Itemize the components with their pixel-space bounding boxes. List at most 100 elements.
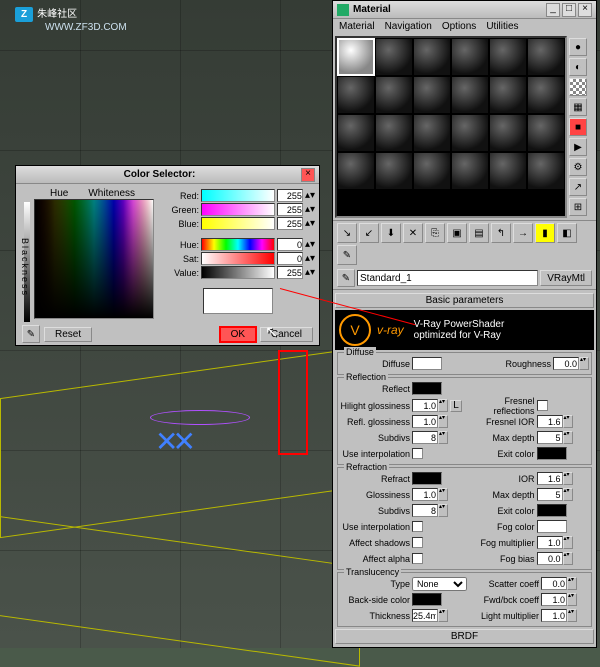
material-slot[interactable]: [375, 76, 413, 114]
menu-options[interactable]: Options: [442, 21, 476, 32]
select-by-mat-icon[interactable]: ↗: [569, 178, 587, 196]
trans-type-select[interactable]: None: [412, 577, 467, 591]
material-slot[interactable]: [451, 114, 489, 152]
go-forward-icon[interactable]: →: [513, 223, 533, 243]
refl-subdiv-input[interactable]: [412, 431, 438, 444]
sibling-icon[interactable]: ▮: [535, 223, 555, 243]
refract-swatch[interactable]: [412, 472, 442, 485]
refr-interp-checkbox[interactable]: [412, 521, 423, 532]
fog-swatch[interactable]: [537, 520, 567, 533]
material-slot[interactable]: [489, 152, 527, 190]
material-slot[interactable]: [527, 152, 565, 190]
material-slot[interactable]: [527, 38, 565, 76]
menu-utilities[interactable]: Utilities: [486, 21, 518, 32]
material-name-input[interactable]: [357, 270, 538, 286]
blue-slider[interactable]: [201, 217, 275, 230]
material-slot[interactable]: [337, 76, 375, 114]
reflect-swatch[interactable]: [412, 382, 442, 395]
material-slot[interactable]: [337, 114, 375, 152]
scatter-input[interactable]: [541, 577, 567, 590]
go-parent-icon[interactable]: ↰: [491, 223, 511, 243]
options-icon[interactable]: ⚙: [569, 158, 587, 176]
material-slot[interactable]: [413, 114, 451, 152]
pick-icon[interactable]: ✎: [337, 245, 357, 265]
refr-exit-swatch[interactable]: [537, 504, 567, 517]
value-slider[interactable]: [201, 266, 275, 279]
lightmult-input[interactable]: [541, 609, 567, 622]
fog-bias-input[interactable]: [537, 552, 563, 565]
refl-exit-swatch[interactable]: [537, 447, 567, 460]
thickness-input[interactable]: [412, 609, 438, 622]
menu-navigation[interactable]: Navigation: [385, 21, 432, 32]
minimize-button[interactable]: _: [546, 3, 560, 17]
material-slot[interactable]: [489, 114, 527, 152]
ok-button[interactable]: OK: [219, 326, 257, 343]
current-color-swatch[interactable]: [203, 288, 273, 314]
value-input[interactable]: [277, 266, 303, 279]
material-slot[interactable]: [413, 152, 451, 190]
hue-input[interactable]: [277, 238, 303, 251]
show-map-icon[interactable]: ▣: [447, 223, 467, 243]
refl-gloss-input[interactable]: [412, 415, 438, 428]
ior-input[interactable]: [537, 472, 563, 485]
material-slot[interactable]: [527, 114, 565, 152]
material-slot[interactable]: [451, 76, 489, 114]
material-slot[interactable]: [375, 38, 413, 76]
rollout-basic-params[interactable]: Basic parameters: [335, 293, 594, 308]
show-end-icon[interactable]: ▤: [469, 223, 489, 243]
lock-icon[interactable]: L: [450, 400, 462, 412]
material-slot[interactable]: [451, 38, 489, 76]
material-slot[interactable]: [413, 76, 451, 114]
material-slot[interactable]: [413, 38, 451, 76]
sample-type-icon[interactable]: ●: [569, 38, 587, 56]
green-input[interactable]: [277, 203, 303, 216]
material-editor-titlebar[interactable]: Material _ □ ×: [333, 1, 596, 19]
material-slot[interactable]: [337, 152, 375, 190]
eyedropper-icon[interactable]: ✎: [22, 325, 40, 343]
menu-material[interactable]: Material: [339, 21, 375, 32]
object-table-legs[interactable]: ✕✕: [155, 425, 190, 458]
object-table-top[interactable]: [150, 410, 250, 425]
refr-subdiv-input[interactable]: [412, 504, 438, 517]
sat-input[interactable]: [277, 252, 303, 265]
material-slot[interactable]: [375, 152, 413, 190]
material-slot[interactable]: [337, 38, 375, 76]
rollout-brdf[interactable]: BRDF: [335, 629, 594, 644]
pick-material-icon[interactable]: ✎: [337, 269, 355, 287]
color-selector-titlebar[interactable]: Color Selector: ×: [16, 166, 319, 184]
spinner-icon[interactable]: ▴▾: [579, 357, 589, 370]
material-slot[interactable]: [489, 38, 527, 76]
material-slot[interactable]: [489, 76, 527, 114]
assign-icon[interactable]: ⬇: [381, 223, 401, 243]
refr-maxdepth-input[interactable]: [537, 488, 563, 501]
material-slot[interactable]: [451, 152, 489, 190]
put-to-scene-icon[interactable]: ↙: [359, 223, 379, 243]
slot-count-icon[interactable]: ⊞: [569, 198, 587, 216]
refl-maxdepth-input[interactable]: [537, 431, 563, 444]
fresnel-checkbox[interactable]: [537, 400, 548, 411]
preview-icon[interactable]: ▶: [569, 138, 587, 156]
close-button[interactable]: ×: [301, 168, 315, 182]
refl-interp-checkbox[interactable]: [412, 448, 423, 459]
material-slot[interactable]: [375, 114, 413, 152]
fresnel-ior-input[interactable]: [537, 415, 563, 428]
backside-swatch[interactable]: [412, 593, 442, 606]
red-input[interactable]: [277, 189, 303, 202]
hue-slider[interactable]: [201, 238, 275, 251]
reset-button[interactable]: Reset: [44, 327, 92, 342]
backlight-icon[interactable]: ◐: [569, 58, 587, 76]
rollout-panel[interactable]: Basic parameters V v-ray V-Ray PowerShad…: [333, 289, 596, 647]
cancel-button[interactable]: Cancel: [260, 327, 313, 342]
refr-gloss-input[interactable]: [412, 488, 438, 501]
material-slot[interactable]: [527, 76, 565, 114]
background-icon[interactable]: [569, 78, 587, 96]
fwdbck-input[interactable]: [541, 593, 567, 606]
get-material-icon[interactable]: ↘: [337, 223, 357, 243]
red-slider[interactable]: [201, 189, 275, 202]
close-button[interactable]: ×: [578, 3, 592, 17]
sat-slider[interactable]: [201, 252, 275, 265]
roughness-input[interactable]: [553, 357, 579, 370]
hue-whiteness-field[interactable]: [34, 199, 154, 319]
copy-icon[interactable]: ⎘: [425, 223, 445, 243]
maximize-button[interactable]: □: [562, 3, 576, 17]
